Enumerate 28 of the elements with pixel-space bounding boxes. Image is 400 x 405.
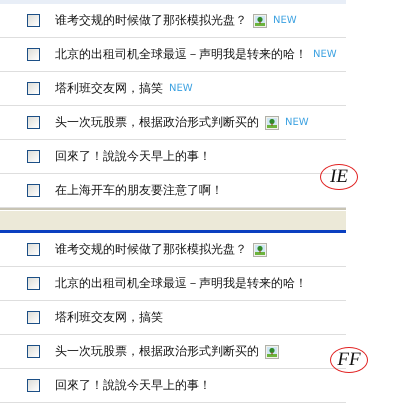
topic-title[interactable]: 头一次玩股票，根据政治形式判断买的 bbox=[55, 343, 259, 360]
topic-title[interactable]: 塔利班交友网，搞笑 bbox=[55, 80, 163, 97]
checkbox[interactable] bbox=[27, 277, 40, 290]
new-label: NEW bbox=[273, 15, 297, 26]
topic-title[interactable]: 塔利班交友网，搞笑 bbox=[55, 309, 163, 326]
topic-title[interactable]: 谁考交规的时候做了那张模拟光盘？ bbox=[55, 12, 247, 29]
checkbox[interactable] bbox=[27, 311, 40, 324]
browser-label: IE bbox=[320, 164, 358, 190]
checkbox[interactable] bbox=[27, 184, 40, 197]
topic-title[interactable]: 回來了！說說今天早上的事！ bbox=[55, 148, 211, 165]
checkbox[interactable] bbox=[27, 48, 40, 61]
checkbox[interactable] bbox=[27, 82, 40, 95]
topic-title[interactable]: 头一次玩股票，根据政治形式判断买的 bbox=[55, 114, 259, 131]
checkbox[interactable] bbox=[27, 14, 40, 27]
topic-title[interactable]: 北京的出租司机全球最逗－声明我是转来的哈！ bbox=[55, 46, 307, 63]
topic-title[interactable]: 谁考交规的时候做了那张模拟光盘？ bbox=[55, 241, 247, 258]
checkbox[interactable] bbox=[27, 116, 40, 129]
checkbox[interactable] bbox=[27, 243, 40, 256]
new-label: NEW bbox=[169, 83, 193, 94]
checkbox[interactable] bbox=[27, 150, 40, 163]
new-label: NEW bbox=[313, 49, 337, 60]
new-label: NEW bbox=[285, 117, 309, 128]
checkbox[interactable] bbox=[27, 379, 40, 392]
browser-label: FF bbox=[330, 347, 368, 373]
topic-title[interactable]: 在上海开车的朋友要注意了啊！ bbox=[55, 182, 223, 199]
topic-title[interactable]: 北京的出租司机全球最逗－声明我是转来的哈！ bbox=[55, 275, 307, 292]
checkbox[interactable] bbox=[27, 345, 40, 358]
topic-title[interactable]: 回來了！說說今天早上的事！ bbox=[55, 377, 211, 394]
